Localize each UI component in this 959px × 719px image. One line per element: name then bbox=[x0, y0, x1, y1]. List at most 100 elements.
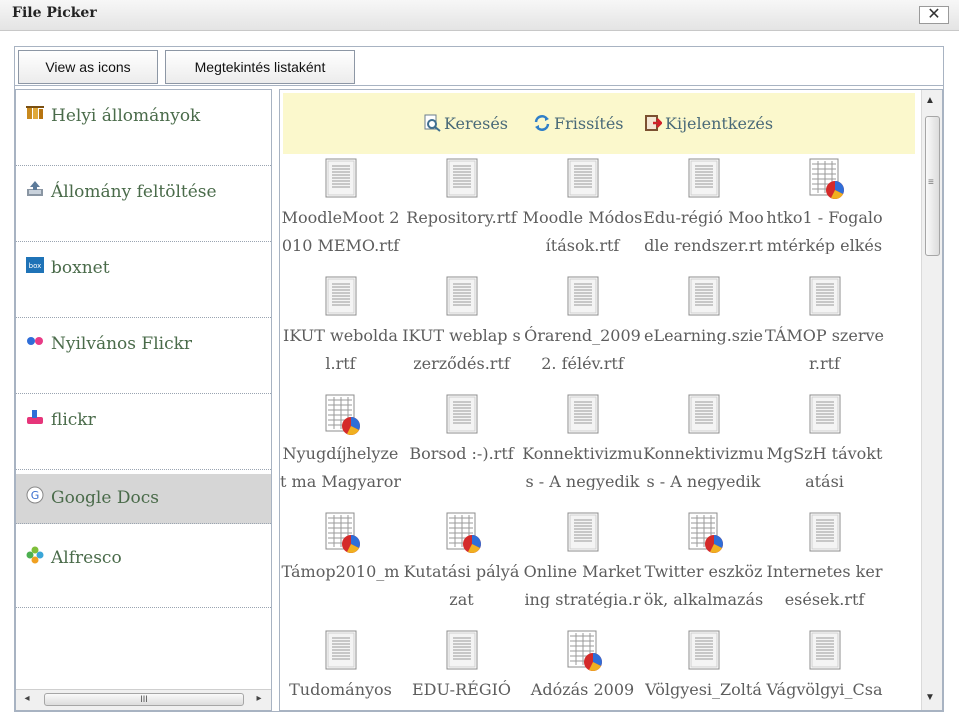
file-grid-vertical-scrollbar[interactable]: ▲ ≡ ▼ bbox=[921, 90, 942, 710]
scroll-right-icon[interactable]: ▸ bbox=[252, 693, 266, 704]
document-icon bbox=[809, 276, 841, 316]
file-item[interactable]: Völgyesi_Zoltán bbox=[643, 630, 764, 710]
refresh-label: Frissítés bbox=[554, 114, 624, 133]
sidebar-horizontal-scrollbar[interactable]: ◂ III ▸ bbox=[16, 689, 271, 710]
upload-icon bbox=[27, 181, 43, 196]
file-item[interactable]: MgSzH távoktatási bbox=[764, 394, 885, 512]
scrollbar-thumb[interactable]: ≡ bbox=[925, 116, 940, 256]
tab-view-as-list[interactable]: Megtekintés listaként bbox=[165, 50, 355, 84]
search-link[interactable]: Keresés bbox=[423, 114, 508, 133]
title-bar: File Picker ✕ bbox=[0, 0, 959, 31]
flickr-icon bbox=[27, 410, 43, 424]
document-icon bbox=[325, 276, 357, 316]
grip-icon: ≡ bbox=[928, 177, 934, 188]
file-name: Konnektivizmus - A negyedik tanulás-elmé… bbox=[643, 444, 764, 490]
box-icon: box bbox=[26, 257, 44, 273]
file-name: Repository.rtf bbox=[406, 208, 517, 227]
document-icon bbox=[567, 158, 599, 198]
spreadsheet-icon bbox=[567, 630, 602, 671]
file-item[interactable]: Támop2010_m bbox=[280, 512, 401, 630]
scrollbar-thumb[interactable]: III bbox=[44, 693, 244, 706]
file-item[interactable]: Twitter eszközök, alkalmazások bbox=[643, 512, 764, 630]
close-icon: ✕ bbox=[927, 6, 941, 23]
scroll-down-icon[interactable]: ▼ bbox=[925, 692, 935, 703]
file-name: IKUT weblap szerződés.rtf bbox=[402, 326, 521, 372]
file-item[interactable]: Moodle Módosítások.rtf bbox=[522, 158, 643, 276]
document-icon bbox=[688, 394, 720, 434]
document-icon bbox=[446, 276, 478, 316]
file-name: Adózás 2009 bbox=[530, 680, 635, 699]
sidebar-item-boxnet[interactable]: box boxnet bbox=[16, 242, 271, 318]
file-item[interactable]: Konnektivizmus - A negyedik tanulás-elmé… bbox=[643, 394, 764, 512]
logout-label: Kijelentkezés bbox=[665, 114, 774, 133]
alfresco-icon bbox=[26, 546, 44, 564]
file-item[interactable]: EDU-RÉGIÓ bbox=[401, 630, 522, 710]
file-item[interactable]: htko1 - Fogalomtérkép elkészítése bbox=[764, 158, 885, 276]
sidebar-item-label: Helyi állományok bbox=[51, 106, 201, 126]
google-icon: G bbox=[26, 486, 44, 504]
spreadsheet-icon bbox=[446, 512, 481, 553]
file-item[interactable]: Edu-régió Moodle rendszer.rtf bbox=[643, 158, 764, 276]
document-icon bbox=[567, 512, 599, 552]
scroll-left-icon[interactable]: ◂ bbox=[20, 693, 34, 704]
file-name: Borsod :-).rtf bbox=[409, 444, 514, 463]
sidebar-item-alfresco[interactable]: Alfresco bbox=[16, 532, 271, 608]
file-item[interactable]: Online Marketing stratégia.rtf bbox=[522, 512, 643, 630]
sidebar-item-flickr[interactable]: flickr bbox=[16, 394, 271, 470]
file-browser-panel: Keresés Frissítés Kijelentkezés MoodleMo… bbox=[279, 89, 943, 711]
file-item[interactable]: Vágvölgyi_Csaba bbox=[764, 630, 885, 710]
file-name: Támop2010_m bbox=[281, 562, 400, 581]
svg-text:G: G bbox=[31, 489, 40, 502]
sidebar-item-local-files[interactable]: Helyi állományok bbox=[16, 90, 271, 166]
sidebar-item-google-docs[interactable]: G Google Docs bbox=[16, 474, 271, 524]
logout-icon bbox=[645, 115, 662, 131]
repository-toolbar: Keresés Frissítés Kijelentkezés bbox=[283, 93, 915, 154]
window-title: File Picker bbox=[12, 5, 97, 21]
folder-icon bbox=[26, 106, 44, 119]
close-button[interactable]: ✕ bbox=[919, 6, 949, 24]
flickr-dots-icon bbox=[27, 337, 43, 345]
file-item[interactable]: Borsod :-).rtf bbox=[401, 394, 522, 512]
file-name: Kutatási pályázat bbox=[403, 562, 520, 608]
file-item[interactable]: Nyugdíjhelyzet ma Magyarország bbox=[280, 394, 401, 512]
scroll-up-icon[interactable]: ▲ bbox=[925, 95, 935, 106]
file-item[interactable]: Internetes keresések.rtf bbox=[764, 512, 885, 630]
document-icon bbox=[688, 276, 720, 316]
document-icon bbox=[688, 630, 720, 670]
file-item[interactable]: TÁMOP szerver.rtf bbox=[764, 276, 885, 394]
file-item[interactable]: eLearning.szie bbox=[643, 276, 764, 394]
file-item[interactable]: Tudományos bbox=[280, 630, 401, 710]
file-name: eLearning.szie bbox=[643, 326, 764, 345]
grip-icon: III bbox=[140, 694, 148, 704]
file-item[interactable]: IKUT weboldal.rtf bbox=[280, 276, 401, 394]
file-item[interactable]: Adózás 2009 bbox=[522, 630, 643, 710]
sidebar-item-label: Alfresco bbox=[51, 548, 122, 568]
sidebar-item-label: Állomány feltöltése bbox=[51, 182, 217, 202]
file-name: MgSzH távoktatási bbox=[766, 444, 883, 490]
file-name: Vágvölgyi_Csaba bbox=[766, 680, 883, 710]
refresh-icon bbox=[534, 115, 550, 131]
tab-view-as-icons[interactable]: View as icons bbox=[18, 50, 158, 84]
sidebar-item-label: Google Docs bbox=[51, 488, 159, 508]
logout-link[interactable]: Kijelentkezés bbox=[644, 114, 773, 133]
document-icon bbox=[809, 630, 841, 670]
file-name: Online Marketing stratégia.rtf bbox=[523, 562, 642, 608]
file-item[interactable]: Repository.rtf bbox=[401, 158, 522, 276]
spreadsheet-icon bbox=[688, 512, 723, 553]
file-item[interactable]: Konnektivizmus - A negyedik tanulás-elmé… bbox=[522, 394, 643, 512]
sidebar-item-public-flickr[interactable]: Nyilvános Flickr bbox=[16, 318, 271, 394]
file-name: EDU-RÉGIÓ bbox=[411, 680, 512, 699]
file-name: Moodle Módosítások.rtf bbox=[522, 208, 643, 254]
document-icon bbox=[809, 512, 841, 552]
sidebar-item-label: Nyilvános Flickr bbox=[51, 334, 193, 354]
file-item[interactable]: MoodleMoot 2010 MEMO.rtf bbox=[280, 158, 401, 276]
document-icon bbox=[809, 394, 841, 434]
refresh-link[interactable]: Frissítés bbox=[533, 114, 624, 133]
file-item[interactable]: Kutatási pályázat bbox=[401, 512, 522, 630]
sidebar-item-upload[interactable]: Állomány feltöltése bbox=[16, 166, 271, 242]
file-item[interactable]: Órarend_2009 2. félév.rtf bbox=[522, 276, 643, 394]
file-item[interactable]: IKUT weblap szerződés.rtf bbox=[401, 276, 522, 394]
tab-label: View as icons bbox=[45, 59, 131, 75]
document-icon bbox=[446, 158, 478, 198]
file-name: Konnektivizmus - A negyedik tanulás-elmé… bbox=[522, 444, 643, 490]
